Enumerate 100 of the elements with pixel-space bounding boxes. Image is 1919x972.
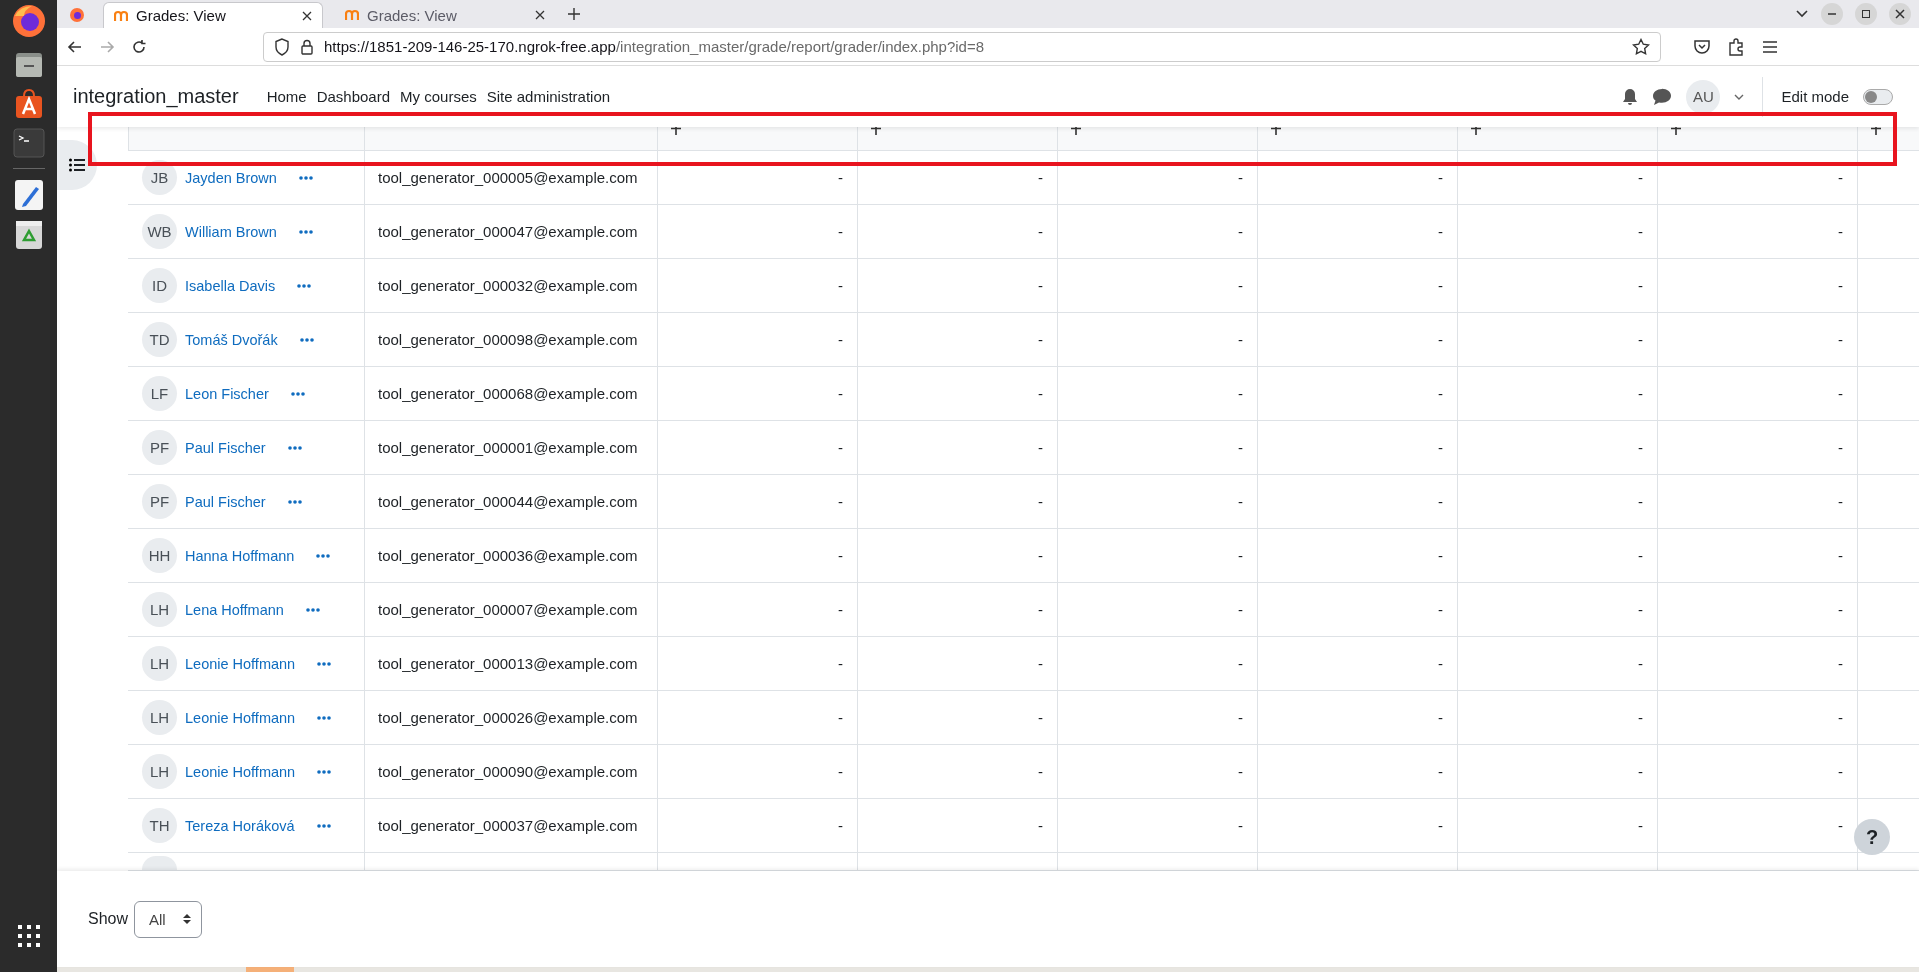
grade-cell: -	[1038, 493, 1043, 510]
student-name-link[interactable]: Leonie Hoffmann	[185, 709, 296, 726]
more-actions-icon[interactable]	[305, 607, 320, 612]
move-icon[interactable]	[1670, 127, 1682, 135]
student-name-link[interactable]: Leon Fischer	[185, 385, 269, 402]
chevron-down-icon[interactable]	[1795, 9, 1809, 19]
drawer-toggle-button[interactable]	[57, 140, 97, 190]
grade-cell: -	[1438, 601, 1443, 618]
move-icon[interactable]	[1870, 127, 1882, 135]
user-avatar: ID	[142, 268, 177, 303]
back-icon[interactable]	[67, 38, 83, 55]
grade-cell: -	[1638, 169, 1643, 186]
edit-mode-toggle[interactable]	[1863, 88, 1893, 105]
student-name-link[interactable]: Lena Hoffmann	[185, 601, 284, 618]
pocket-icon[interactable]	[1693, 37, 1711, 56]
more-actions-icon[interactable]	[317, 661, 332, 666]
nav-link[interactable]: Site administration	[486, 87, 611, 105]
student-name-link[interactable]: Isabella Davis	[185, 277, 276, 294]
more-actions-icon[interactable]	[317, 769, 332, 774]
grade-cell: -	[1638, 547, 1643, 564]
nav-link[interactable]: Home	[266, 87, 307, 105]
user-avatar: LH	[142, 592, 177, 627]
move-icon[interactable]	[1270, 127, 1282, 135]
address-bar[interactable]: https://1851-209-146-25-170.ngrok-free.app/integration_master/grade/report/grader/index.php?id=8	[263, 31, 1661, 62]
more-actions-icon[interactable]	[287, 445, 302, 450]
user-avatar: HH	[142, 538, 177, 573]
student-name-link[interactable]: Tomáš Dvořák	[185, 331, 278, 348]
puzzle-icon[interactable]	[1727, 37, 1745, 56]
move-icon[interactable]	[1470, 127, 1482, 135]
grade-cell: -	[1638, 601, 1643, 618]
bell-icon[interactable]	[1622, 87, 1639, 106]
more-actions-icon[interactable]	[316, 823, 331, 828]
chat-icon[interactable]	[1652, 87, 1673, 106]
grade-cell: -	[838, 223, 843, 240]
student-name-link[interactable]: Hanna Hoffmann	[185, 547, 295, 564]
student-name-link[interactable]: Tereza Horáková	[185, 817, 295, 834]
grade-cell: -	[1038, 655, 1043, 672]
email-cell: tool_generator_000047@example.com	[378, 223, 638, 240]
list-icon	[69, 158, 85, 172]
show-select[interactable]: All	[134, 900, 203, 938]
more-actions-icon[interactable]	[316, 553, 331, 558]
student-name-link[interactable]: Paul Fischer	[185, 493, 266, 510]
close-icon[interactable]	[535, 10, 545, 20]
terminal-icon[interactable]	[12, 128, 45, 158]
app-grid-icon[interactable]	[16, 924, 41, 948]
site-name[interactable]: integration_master	[73, 85, 239, 108]
grade-cell: -	[1038, 223, 1043, 240]
grade-cell: -	[1038, 169, 1043, 186]
grade-cell: -	[1638, 817, 1643, 834]
grade-cell: -	[1438, 493, 1443, 510]
grade-cell: -	[1038, 601, 1043, 618]
grade-cell: -	[1838, 331, 1843, 348]
student-name-link[interactable]: William Brown	[185, 223, 277, 240]
trash-icon[interactable]	[13, 219, 44, 251]
grade-cell: -	[1838, 709, 1843, 726]
grade-cell: -	[838, 709, 843, 726]
grade-cell: -	[1838, 385, 1843, 402]
shield-icon[interactable]	[274, 37, 290, 56]
browser-tab[interactable]: Grades: View	[335, 2, 555, 28]
email-cell: tool_generator_000005@example.com	[378, 169, 638, 186]
sort-icon	[183, 913, 192, 925]
grade-cell: -	[1638, 763, 1643, 780]
plus-icon[interactable]	[567, 7, 581, 21]
grade-cell: -	[1238, 223, 1243, 240]
email-cell: tool_generator_000001@example.com	[378, 439, 638, 456]
email-cell: tool_generator_000036@example.com	[378, 547, 638, 564]
move-icon[interactable]	[870, 127, 882, 135]
grade-cell: -	[1438, 709, 1443, 726]
grade-cell: -	[838, 655, 843, 672]
nav-link[interactable]: Dashboard	[316, 87, 391, 105]
move-icon[interactable]	[1070, 127, 1082, 135]
grade-cell: -	[1838, 655, 1843, 672]
grade-cell: -	[838, 493, 843, 510]
more-actions-icon[interactable]	[299, 337, 314, 342]
grade-cell: -	[1238, 655, 1243, 672]
grade-cell: -	[1638, 277, 1643, 294]
student-name-link[interactable]: Paul Fischer	[185, 439, 266, 456]
star-icon[interactable]	[1632, 37, 1650, 56]
close-icon[interactable]	[302, 10, 312, 21]
nav-link[interactable]: My courses	[400, 87, 477, 105]
more-actions-icon[interactable]	[297, 283, 312, 288]
browser-tab[interactable]: Grades: View	[103, 2, 323, 28]
maximize-icon	[1861, 9, 1871, 19]
more-actions-icon[interactable]	[290, 391, 305, 396]
more-actions-icon[interactable]	[317, 715, 332, 720]
student-name-link[interactable]: Jayden Brown	[185, 169, 277, 186]
user-avatar: TD	[142, 322, 177, 357]
more-actions-icon[interactable]	[287, 499, 302, 504]
help-button[interactable]: ?	[1854, 819, 1890, 855]
caret-icon[interactable]	[1734, 92, 1745, 101]
text-editor-icon[interactable]	[13, 179, 44, 211]
student-name-link[interactable]: Leonie Hoffmann	[185, 655, 296, 672]
more-actions-icon[interactable]	[298, 175, 313, 180]
reload-icon[interactable]	[131, 38, 147, 55]
student-name-link[interactable]: Leonie Hoffmann	[185, 763, 296, 780]
user-avatar[interactable]: AU	[1686, 79, 1721, 114]
close-icon	[1895, 9, 1905, 19]
move-icon[interactable]	[670, 127, 682, 135]
firefox-icon[interactable]	[69, 7, 85, 23]
more-actions-icon[interactable]	[298, 229, 313, 234]
